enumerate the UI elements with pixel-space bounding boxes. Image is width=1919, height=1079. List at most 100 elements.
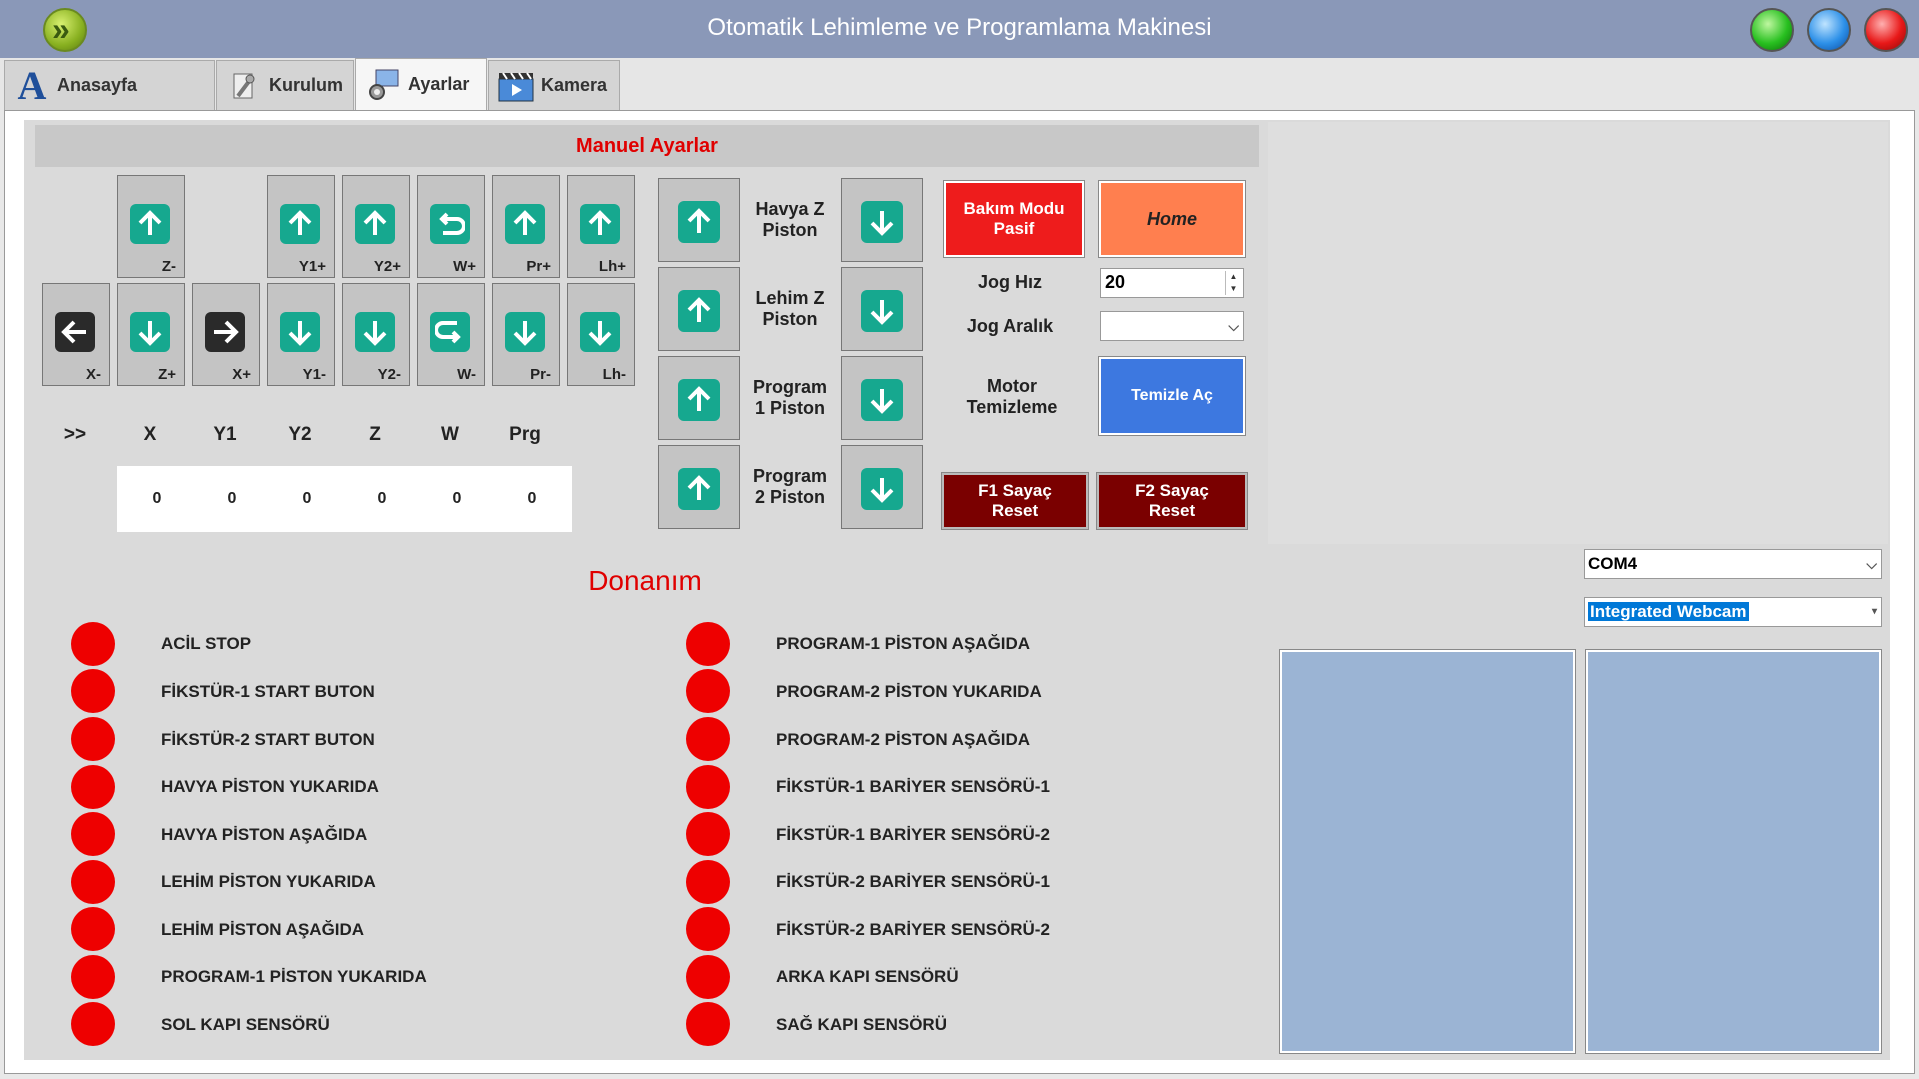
tab-ayarlar[interactable]: Ayarlar xyxy=(355,58,487,110)
motor-cleaning-label: Motor Temizleme xyxy=(950,376,1074,418)
axis-value-z: 0 xyxy=(342,466,422,532)
jog-z-minus-button[interactable]: Z- xyxy=(117,175,185,278)
clean-open-button[interactable]: Temizle Aç xyxy=(1098,356,1246,436)
piston-label-line: 1 Piston xyxy=(754,398,825,418)
havya-piston-down-button[interactable] xyxy=(841,178,923,262)
status-indicator xyxy=(71,907,115,951)
webcam-select[interactable]: Integrated Webcam ▾ xyxy=(1584,597,1882,627)
status-indicator xyxy=(686,717,730,761)
hardware-label: PROGRAM-2 PİSTON AŞAĞIDA xyxy=(776,730,1031,749)
jog-x-minus-button[interactable]: X- xyxy=(42,283,110,386)
arrow-up-icon xyxy=(505,204,545,244)
arrow-left-icon xyxy=(55,312,95,352)
axis-header-z: Z xyxy=(369,424,381,445)
hardware-label: FİKSTÜR-1 START BUTON xyxy=(161,682,375,701)
status-indicator xyxy=(71,812,115,856)
f2-counter-reset-button[interactable]: F2 Sayaç Reset xyxy=(1096,472,1248,530)
program2-piston-label: Program 2 Piston xyxy=(730,466,850,508)
lehim-piston-up-button[interactable] xyxy=(658,267,740,351)
piston-label-line: Program xyxy=(752,466,828,486)
jog-speed-value: 20 xyxy=(1105,272,1126,292)
jog-x-plus-button[interactable]: X+ xyxy=(192,283,260,386)
minimize-button[interactable] xyxy=(1807,8,1851,52)
button-label-line: Pasif xyxy=(993,219,1035,238)
hardware-label: LEHİM PİSTON AŞAĞIDA xyxy=(161,920,365,939)
status-indicator xyxy=(686,860,730,904)
tab-anasayfa[interactable]: A Anasayfa xyxy=(4,60,215,110)
arrow-down-icon xyxy=(130,312,170,352)
maintenance-mode-label: Bakım Modu Pasif xyxy=(963,199,1064,239)
lehim-piston-down-button[interactable] xyxy=(841,267,923,351)
hardware-label: SOL KAPI SENSÖRÜ xyxy=(161,1015,330,1034)
jog-label: Z- xyxy=(161,258,176,275)
tab-kamera[interactable]: Kamera xyxy=(488,60,620,110)
status-indicator xyxy=(71,955,115,999)
jog-y1-minus-button[interactable]: Y1- xyxy=(267,283,335,386)
hardware-label: PROGRAM-2 PİSTON YUKARIDA xyxy=(776,682,1042,701)
rotate-ccw-icon xyxy=(430,204,470,244)
camera-view-2 xyxy=(1585,649,1882,1054)
arrow-up-icon xyxy=(130,204,170,244)
program1-piston-up-button[interactable] xyxy=(658,356,740,440)
jog-lh-minus-button[interactable]: Lh- xyxy=(567,283,635,386)
jog-label: Lh+ xyxy=(598,258,626,275)
axis-header-x: X xyxy=(143,424,157,445)
status-indicator xyxy=(71,669,115,713)
chevron-down-icon: ⌵ xyxy=(1866,556,1877,572)
hardware-title: Donanım xyxy=(588,565,702,596)
connect-status-button[interactable] xyxy=(1750,8,1794,52)
arrow-down-icon xyxy=(355,312,395,352)
close-button[interactable] xyxy=(1864,8,1908,52)
dropdown-arrow-icon: ▾ xyxy=(1871,606,1877,617)
piston-label-line: Havya Z xyxy=(755,199,825,219)
jog-pr-plus-button[interactable]: Pr+ xyxy=(492,175,560,278)
f2-reset-label: F2 Sayaç Reset xyxy=(1135,481,1209,521)
jog-label: Lh- xyxy=(602,366,626,383)
hardware-label: PROGRAM-1 PİSTON AŞAĞIDA xyxy=(776,634,1031,653)
axis-value-x: 0 xyxy=(117,466,197,532)
axis-value-y2: 0 xyxy=(267,466,347,532)
f1-reset-label: F1 Sayaç Reset xyxy=(978,481,1052,521)
program1-piston-down-button[interactable] xyxy=(841,356,923,440)
tab-kurulum[interactable]: Kurulum xyxy=(216,60,354,110)
havya-piston-label: Havya Z Piston xyxy=(730,199,850,241)
program1-piston-label: Program 1 Piston xyxy=(730,377,850,419)
jog-y1-plus-button[interactable]: Y1+ xyxy=(267,175,335,278)
program2-piston-down-button[interactable] xyxy=(841,445,923,529)
hardware-label: FİKSTÜR-2 START BUTON xyxy=(161,730,375,749)
com-port-value: COM4 xyxy=(1588,554,1638,573)
axis-value-w: 0 xyxy=(417,466,497,532)
status-indicator xyxy=(686,1002,730,1046)
program2-piston-up-button[interactable] xyxy=(658,445,740,529)
axis-header-w: W xyxy=(441,424,459,445)
jog-z-plus-button[interactable]: Z+ xyxy=(117,283,185,386)
label-line: Motor xyxy=(987,376,1037,396)
piston-label-line: 2 Piston xyxy=(754,487,825,507)
hardware-label: FİKSTÜR-1 BARİYER SENSÖRÜ-2 xyxy=(776,825,1050,844)
jog-y2-plus-button[interactable]: Y2+ xyxy=(342,175,410,278)
maintenance-mode-button[interactable]: Bakım Modu Pasif xyxy=(943,180,1085,258)
jog-lh-plus-button[interactable]: Lh+ xyxy=(567,175,635,278)
axis-value-y1: 0 xyxy=(192,466,272,532)
jog-range-select[interactable]: ⌵ xyxy=(1100,311,1244,341)
jog-w-minus-button[interactable]: W- xyxy=(417,283,485,386)
video-clapper-icon xyxy=(497,67,535,105)
hardware-label: FİKSTÜR-2 BARİYER SENSÖRÜ-1 xyxy=(776,872,1050,891)
hardware-label: PROGRAM-1 PİSTON YUKARIDA xyxy=(161,967,427,986)
tab-label: Kurulum xyxy=(269,75,343,95)
button-label-line: Bakım Modu xyxy=(963,199,1065,218)
f1-counter-reset-button[interactable]: F1 Sayaç Reset xyxy=(941,472,1089,530)
jog-speed-input[interactable]: 20 ▲ ▼ xyxy=(1100,268,1244,298)
home-button[interactable]: Home xyxy=(1098,180,1246,258)
jog-w-plus-button[interactable]: W+ xyxy=(417,175,485,278)
arrow-down-icon xyxy=(861,468,903,510)
com-port-select[interactable]: COM4 ⌵ xyxy=(1584,549,1882,579)
spinner-arrows-icon[interactable]: ▲ ▼ xyxy=(1225,271,1241,295)
jog-y2-minus-button[interactable]: Y2- xyxy=(342,283,410,386)
jog-pr-minus-button[interactable]: Pr- xyxy=(492,283,560,386)
arrow-up-icon xyxy=(355,204,395,244)
piston-label-line: Program xyxy=(752,377,828,397)
rotate-cw-icon xyxy=(430,312,470,352)
status-indicator xyxy=(71,622,115,666)
havya-piston-up-button[interactable] xyxy=(658,178,740,262)
